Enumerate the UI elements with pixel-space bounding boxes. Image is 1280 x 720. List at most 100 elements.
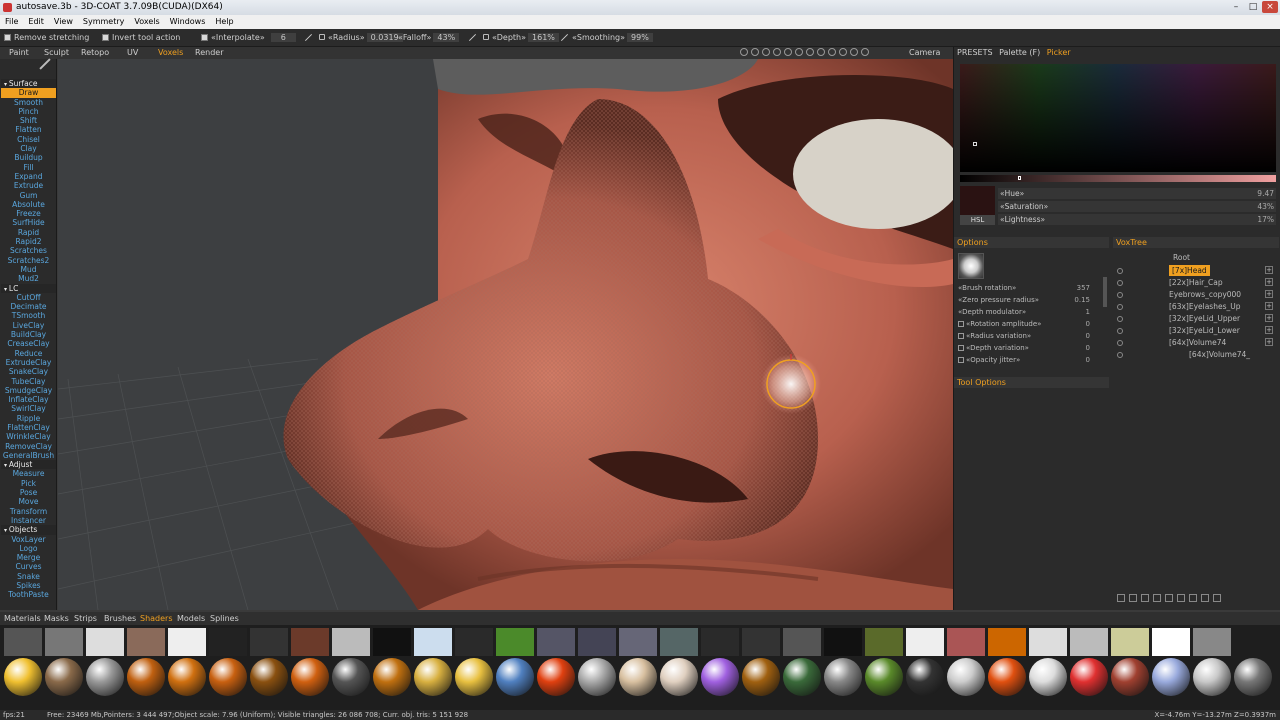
shader-sphere[interactable]: [45, 658, 83, 696]
tab-voxels[interactable]: Voxels: [158, 48, 183, 57]
options-scrollbar[interactable]: [1103, 277, 1107, 307]
lightness-slider[interactable]: [960, 175, 1276, 182]
tool-button[interactable]: BuildClay: [1, 330, 56, 339]
voxtree-item-name[interactable]: Eyebrows_copy000: [1169, 289, 1241, 300]
tool-button[interactable]: RemoveClay: [1, 442, 56, 451]
voxtree-item-name[interactable]: [64x]Volume74: [1169, 337, 1226, 348]
tool-button[interactable]: SmudgeClay: [1, 386, 56, 395]
tab-render[interactable]: Render: [195, 48, 223, 57]
add-child-icon[interactable]: +: [1265, 278, 1273, 286]
shader-sphere[interactable]: [332, 658, 370, 696]
shader-sphere[interactable]: [742, 658, 780, 696]
shader-tile[interactable]: [209, 628, 247, 656]
play-icon[interactable]: [817, 48, 825, 56]
smoothing-value[interactable]: 99%: [627, 33, 653, 42]
shader-tile[interactable]: [947, 628, 985, 656]
tool-button[interactable]: Smooth: [1, 98, 56, 107]
tool-button[interactable]: ToothPaste: [1, 590, 56, 599]
visibility-icon[interactable]: [1117, 340, 1123, 346]
minimize-icon[interactable]: –: [1228, 1, 1244, 13]
option-row[interactable]: «Brush rotation» 357: [958, 283, 1098, 294]
add-child-icon[interactable]: +: [1265, 326, 1273, 334]
lock-icon[interactable]: [958, 357, 964, 363]
option-row[interactable]: «Zero pressure radius» 0.15: [958, 295, 1098, 306]
voxtree-header[interactable]: VoxTree: [1113, 237, 1279, 248]
shader-tile[interactable]: [455, 628, 493, 656]
pencil-icon[interactable]: [39, 58, 51, 70]
add-child-icon[interactable]: +: [1265, 302, 1273, 310]
tab-brushes[interactable]: Brushes: [104, 614, 136, 623]
tab-retopo[interactable]: Retopo: [81, 48, 109, 57]
shader-tile[interactable]: [1152, 628, 1190, 656]
tool-button[interactable]: WrinkleClay: [1, 432, 56, 441]
pan-icon[interactable]: [806, 48, 814, 56]
tab-strips[interactable]: Strips: [74, 614, 97, 623]
new-layer-icon[interactable]: [1117, 594, 1125, 602]
lock-icon[interactable]: [958, 333, 964, 339]
tool-options-header[interactable]: Tool Options: [954, 377, 1109, 388]
shader-sphere[interactable]: [86, 658, 124, 696]
menu-file[interactable]: File: [0, 15, 23, 29]
tool-button[interactable]: Draw: [1, 88, 56, 98]
rotate-icon[interactable]: [762, 48, 770, 56]
shader-tile[interactable]: [619, 628, 657, 656]
depth-control[interactable]: «Depth» 161%: [468, 33, 559, 42]
tool-button[interactable]: Measure: [1, 469, 56, 478]
menu-help[interactable]: Help: [210, 15, 238, 29]
maximize-icon[interactable]: □: [1245, 1, 1261, 13]
radius-control[interactable]: «Radius» 0.0319: [304, 33, 403, 42]
tab-masks[interactable]: Masks: [44, 614, 69, 623]
shader-tile[interactable]: [578, 628, 616, 656]
option-value[interactable]: 357: [1077, 283, 1090, 294]
shader-tile[interactable]: [127, 628, 165, 656]
shader-sphere[interactable]: [373, 658, 411, 696]
remove-stretching-toggle[interactable]: Remove stretching: [4, 33, 89, 42]
tool-button[interactable]: Ripple: [1, 414, 56, 423]
shader-sphere[interactable]: [865, 658, 903, 696]
voxtree-item-name[interactable]: [63x]Eyelashes_Up: [1169, 301, 1241, 312]
shader-tile[interactable]: [45, 628, 83, 656]
lock-icon[interactable]: [319, 34, 325, 40]
tool-button[interactable]: Expand: [1, 172, 56, 181]
menu-windows[interactable]: Windows: [165, 15, 211, 29]
shader-sphere[interactable]: [824, 658, 862, 696]
shader-tile[interactable]: [824, 628, 862, 656]
option-row[interactable]: «Depth variation» 0: [958, 343, 1098, 354]
shader-sphere[interactable]: [1111, 658, 1149, 696]
shader-sphere[interactable]: [291, 658, 329, 696]
shader-tile[interactable]: [332, 628, 370, 656]
tab-materials[interactable]: Materials: [4, 614, 41, 623]
tool-section-header[interactable]: LC: [1, 283, 56, 293]
lightness-handle[interactable]: [1018, 176, 1021, 180]
shader-tile[interactable]: [168, 628, 206, 656]
menu-edit[interactable]: Edit: [23, 15, 49, 29]
shader-tile[interactable]: [250, 628, 288, 656]
delete-layer-icon[interactable]: [1129, 594, 1137, 602]
tool-button[interactable]: SnakeClay: [1, 367, 56, 376]
tab-sculpt[interactable]: Sculpt: [44, 48, 69, 57]
option-value[interactable]: 1: [1086, 307, 1090, 318]
move-icon[interactable]: [784, 48, 792, 56]
zoom-icon[interactable]: [795, 48, 803, 56]
tool-button[interactable]: Pick: [1, 479, 56, 488]
tool-button[interactable]: Mud: [1, 265, 56, 274]
voxtree-item-name[interactable]: [22x]Hair_Cap: [1169, 277, 1223, 288]
menu-symmetry[interactable]: Symmetry: [78, 15, 129, 29]
shader-tile[interactable]: [1111, 628, 1149, 656]
tool-button[interactable]: Absolute: [1, 200, 56, 209]
tool-button[interactable]: GeneralBrush: [1, 451, 56, 460]
shading-icon[interactable]: [751, 48, 759, 56]
tab-uv[interactable]: UV: [127, 48, 138, 57]
folder-icon[interactable]: [1141, 594, 1149, 602]
add-child-icon[interactable]: +: [1265, 314, 1273, 322]
grid-icon[interactable]: [839, 48, 847, 56]
option-value[interactable]: 0.15: [1074, 295, 1090, 306]
shader-tile[interactable]: [660, 628, 698, 656]
visibility-icon[interactable]: [1117, 268, 1123, 274]
menu-view[interactable]: View: [49, 15, 78, 29]
shader-tile[interactable]: [701, 628, 739, 656]
saturation-field[interactable]: «Saturation» 43%: [998, 201, 1276, 212]
voxtree-item[interactable]: [63x]Eyelashes_Up +: [1117, 301, 1275, 312]
tool-section-header[interactable]: Surface: [1, 79, 56, 89]
shader-sphere[interactable]: [1029, 658, 1067, 696]
